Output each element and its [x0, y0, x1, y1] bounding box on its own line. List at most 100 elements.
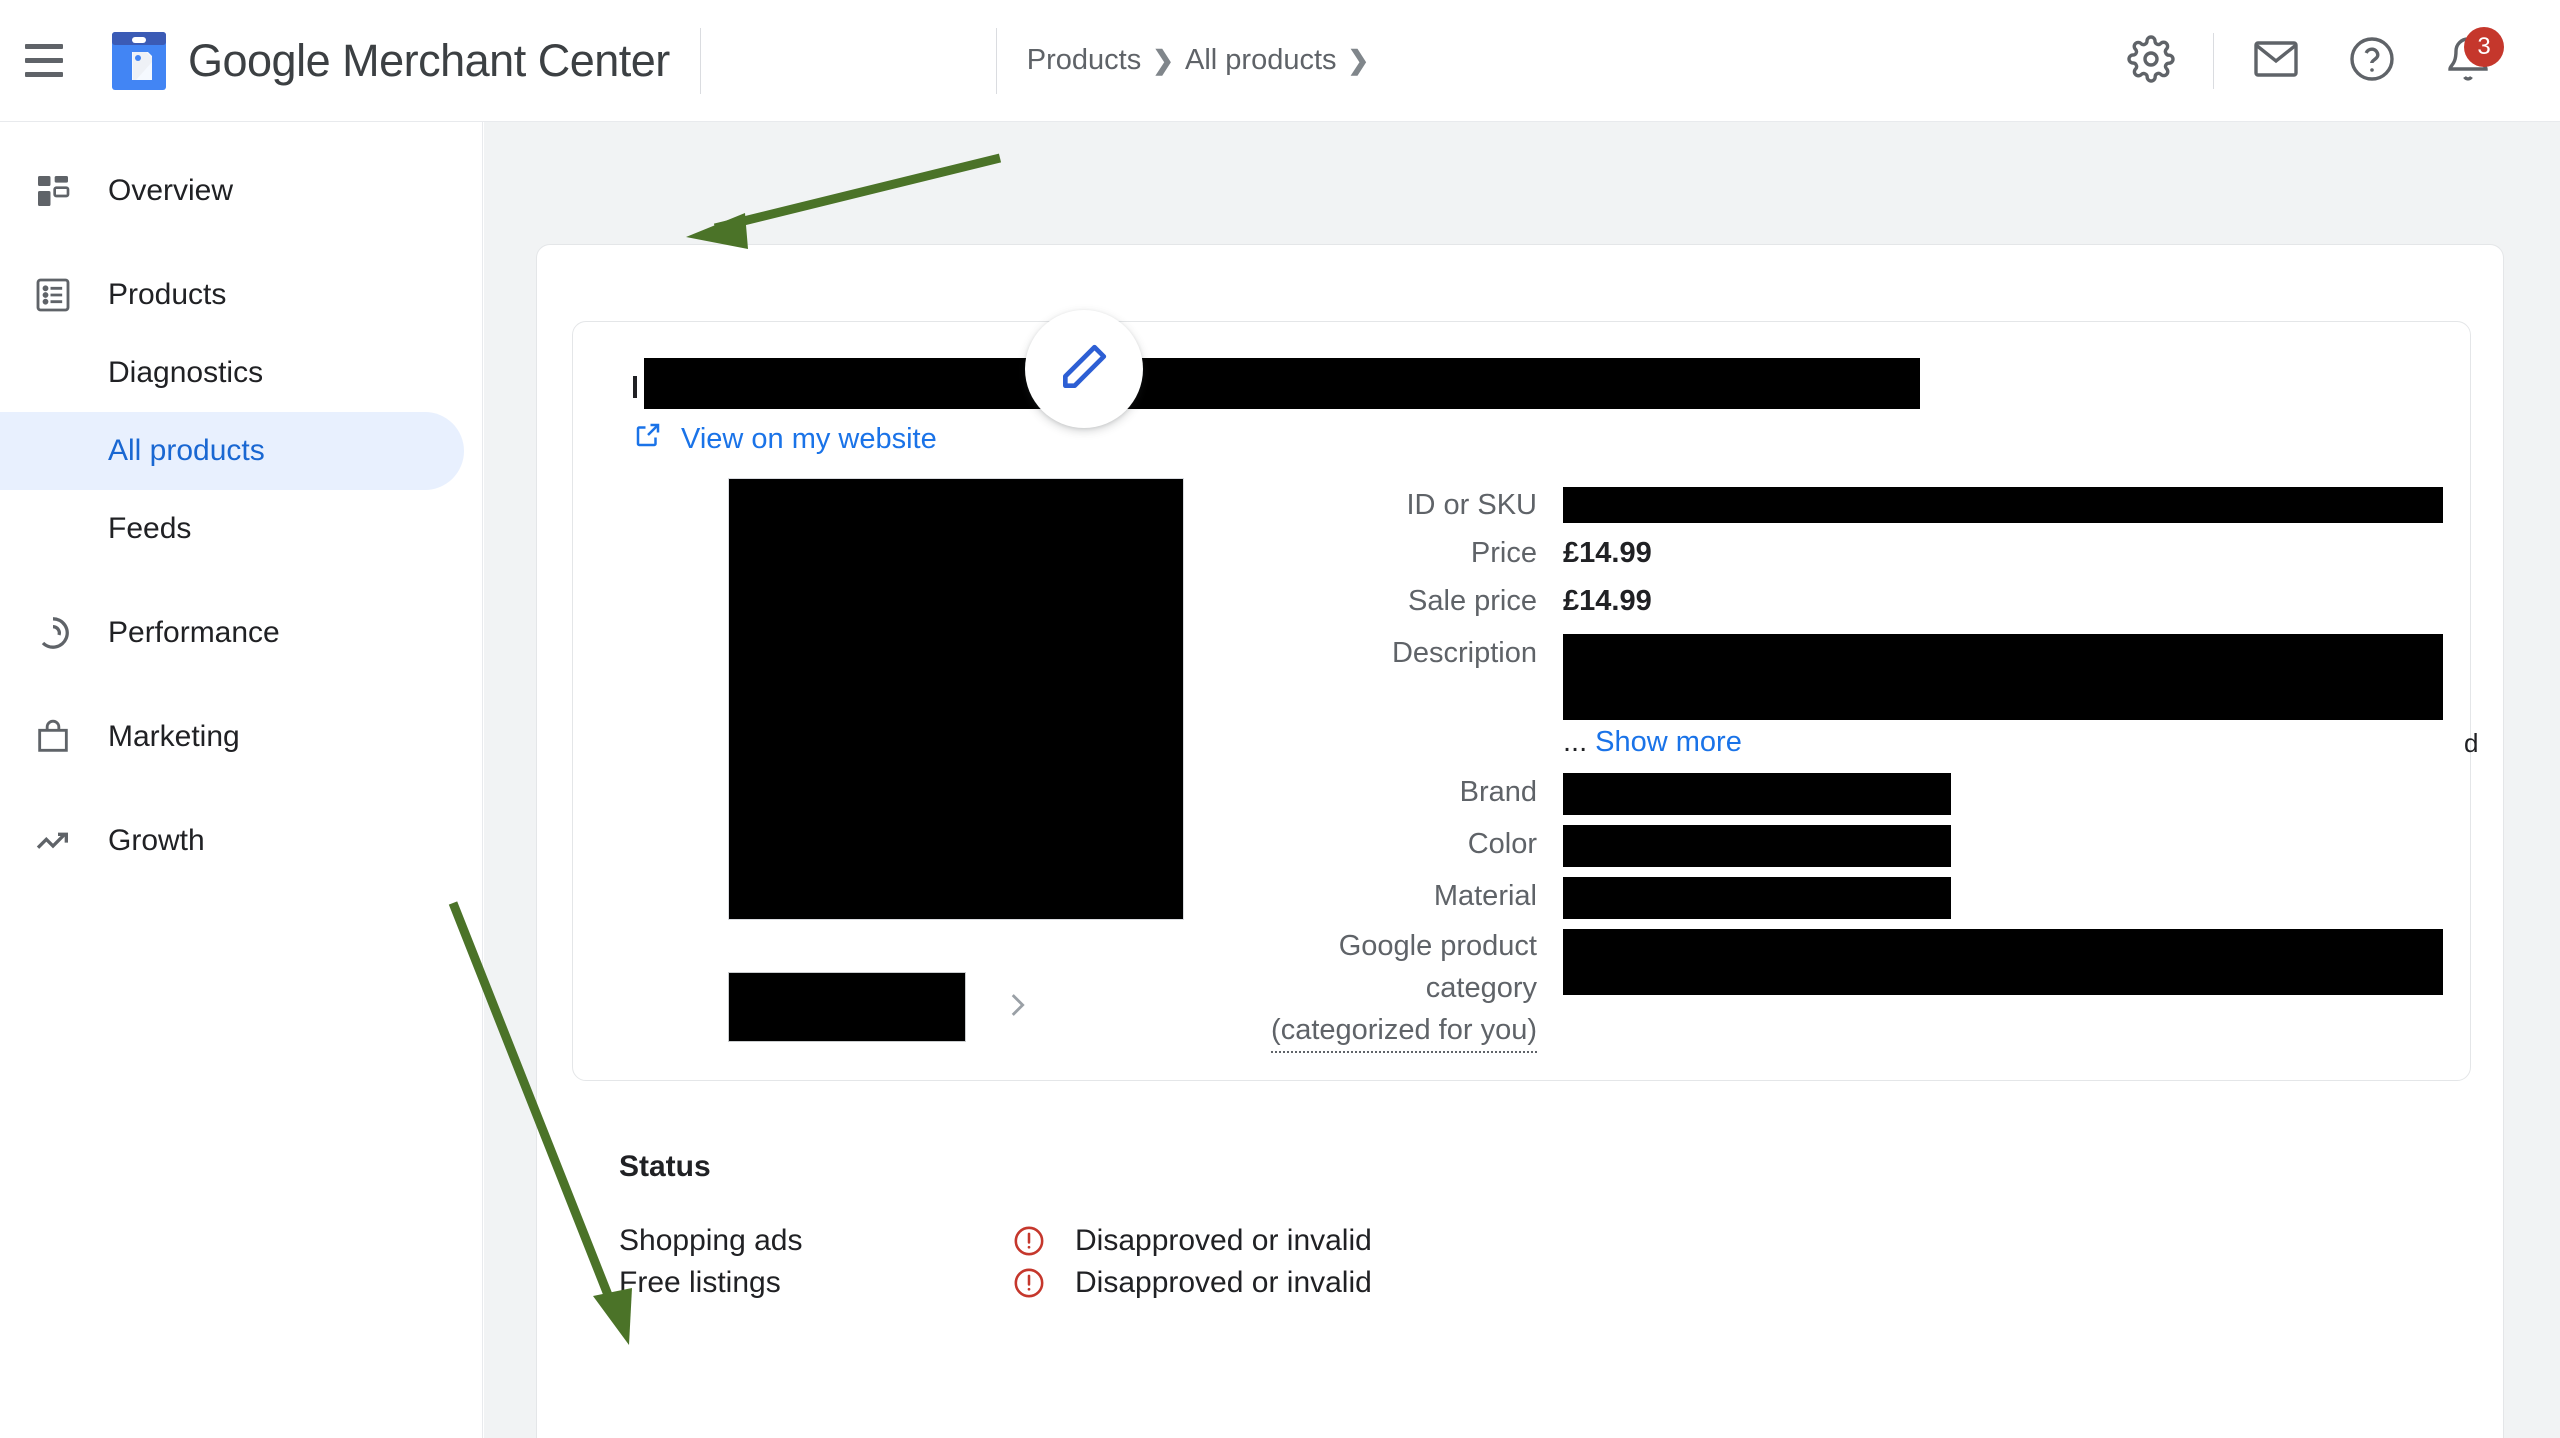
breadcrumb-item-all-products[interactable]: All products [1185, 44, 1337, 77]
breadcrumb: Products ❯ All products ❯ [1027, 44, 1370, 77]
attribute-label: Google product category (categorized for… [1263, 925, 1563, 1053]
chevron-right-icon: ❯ [1152, 45, 1175, 75]
sidebar-item-marketing[interactable]: Marketing [0, 698, 464, 776]
sidebar-item-label: Products [108, 278, 227, 311]
product-thumbnail-redacted[interactable] [728, 972, 966, 1042]
sidebar-item-all-products[interactable]: All products [0, 412, 464, 490]
product-title-redacted [644, 358, 1920, 409]
content-area: View on my website ID or SKU Price £14.9… [484, 122, 2560, 1438]
product-attributes: ID or SKU Price £14.99 Sale price £14.99… [1263, 482, 2478, 1053]
notification-badge: 3 [2464, 27, 2504, 67]
open-in-new-icon [633, 420, 663, 458]
brand[interactable]: Google Merchant Center [112, 31, 670, 90]
attribute-row-color: Color [1263, 821, 2443, 867]
sidebar-item-feeds[interactable]: Feeds [0, 490, 464, 568]
product-title-sliver [633, 376, 637, 398]
status-row-label: Shopping ads [619, 1224, 803, 1257]
attribute-label: Color [1467, 828, 1537, 860]
mail-button[interactable] [2228, 13, 2324, 109]
donut-icon [30, 610, 76, 656]
sidebar-item-label: Marketing [108, 720, 240, 753]
sidebar-item-growth[interactable]: Growth [0, 802, 464, 880]
attribute-row-description: Description d [1263, 630, 2478, 758]
gear-icon [2127, 34, 2175, 88]
sidebar-item-label: Feeds [108, 512, 192, 545]
attribute-row-id-or-sku: ID or SKU [1263, 482, 2443, 528]
actions-divider [2213, 33, 2214, 89]
sidebar-item-label: Growth [108, 824, 205, 857]
product-image-redacted[interactable] [728, 478, 1184, 920]
sidebar: Overview Products Diagnostics All produc… [0, 122, 483, 1438]
settings-button[interactable] [2103, 13, 2199, 109]
status-row-shopping-ads: Shopping ads Disapproved or invalid [619, 1220, 1372, 1262]
brand-divider [699, 27, 701, 94]
error-circle-icon [1007, 1266, 1051, 1300]
help-button[interactable] [2324, 13, 2420, 109]
nav-gap [0, 776, 482, 802]
sidebar-item-performance[interactable]: Performance [0, 594, 464, 672]
question-circle-icon [2348, 35, 2396, 88]
attribute-value-redacted [1563, 877, 1951, 919]
merchant-center-logo-icon [112, 31, 166, 90]
status-title: Status [619, 1150, 711, 1183]
status-section: Status Shopping ads Disapproved or inval… [619, 1150, 1372, 1304]
attribute-row-price: Price £14.99 [1263, 530, 2443, 576]
error-circle-icon [1007, 1224, 1051, 1258]
view-on-website-link[interactable]: View on my website [633, 420, 937, 458]
pencil-icon [1056, 339, 1112, 400]
notifications-button[interactable]: 3 [2420, 13, 2516, 109]
trending-up-icon [30, 818, 76, 864]
dashboard-icon [30, 168, 76, 214]
brand-title: Google Merchant Center [188, 34, 670, 86]
attribute-label: Material [1433, 880, 1537, 912]
nav-gap [0, 568, 482, 594]
category-label-line2: (categorized for you) [1263, 1009, 1537, 1053]
attribute-row-sale-price: Sale price £14.99 [1263, 578, 2443, 624]
attribute-row-material: Material [1263, 873, 2443, 919]
description-tail-text: d [2464, 728, 2479, 758]
breadcrumb-item-products[interactable]: Products [1027, 44, 1141, 77]
status-row-label: Free listings [619, 1266, 781, 1299]
envelope-icon [2252, 35, 2300, 88]
chevron-right-icon: ❯ [1347, 45, 1370, 75]
description-ellipsis: ... [1563, 726, 1588, 758]
sidebar-item-label: Overview [108, 174, 234, 207]
app-root: Google Merchant Center Products ❯ All pr… [0, 0, 2560, 1438]
product-detail-card: View on my website ID or SKU Price £14.9… [536, 244, 2504, 1438]
sidebar-item-label: All products [108, 434, 265, 467]
attribute-row-google-product-category: Google product category (categorized for… [1263, 925, 2443, 1053]
description-show-more-row: ... Show more [1263, 726, 2443, 759]
attribute-value: £14.99 [1563, 537, 1652, 569]
status-table: Shopping ads Disapproved or invalid Free… [619, 1220, 1372, 1304]
status-row-free-listings: Free listings Disapproved or invalid [619, 1262, 1372, 1304]
product-thumbnail-carousel [728, 972, 1044, 1042]
product-summary-card: View on my website ID or SKU Price £14.9… [572, 321, 2478, 1081]
sidebar-item-overview[interactable]: Overview [0, 152, 464, 230]
attribute-value-redacted [1563, 487, 2443, 523]
show-more-link[interactable]: Show more [1595, 726, 1742, 758]
attribute-value-redacted [1563, 634, 2443, 720]
breadcrumb-divider [995, 27, 997, 94]
list-icon [30, 272, 76, 318]
shopping-bag-icon [30, 714, 76, 760]
sidebar-item-products[interactable]: Products [0, 256, 464, 334]
top-bar-actions: 3 [2103, 0, 2560, 122]
hamburger-icon[interactable] [16, 41, 72, 81]
attribute-value-redacted [1563, 825, 1951, 867]
nav-gap [0, 672, 482, 698]
chevron-right-icon[interactable] [990, 977, 1044, 1038]
attribute-value-redacted [1563, 773, 1951, 815]
attribute-row-brand: Brand [1263, 769, 2443, 815]
attribute-label: ID or SKU [1406, 489, 1537, 521]
attribute-label: Brand [1459, 776, 1537, 808]
categorized-for-you-tooltip[interactable]: (categorized for you) [1271, 1009, 1537, 1053]
sidebar-item-diagnostics[interactable]: Diagnostics [0, 334, 464, 412]
nav-gap [0, 230, 482, 256]
sidebar-item-label: Performance [108, 616, 280, 649]
status-row-value: Disapproved or invalid [1075, 1224, 1372, 1257]
sidebar-item-label: Diagnostics [108, 356, 264, 389]
category-label-line1: Google product category [1338, 930, 1537, 1004]
top-bar: Google Merchant Center Products ❯ All pr… [0, 0, 2560, 122]
edit-product-fab[interactable] [1025, 310, 1143, 428]
attribute-label: Price [1470, 537, 1537, 569]
